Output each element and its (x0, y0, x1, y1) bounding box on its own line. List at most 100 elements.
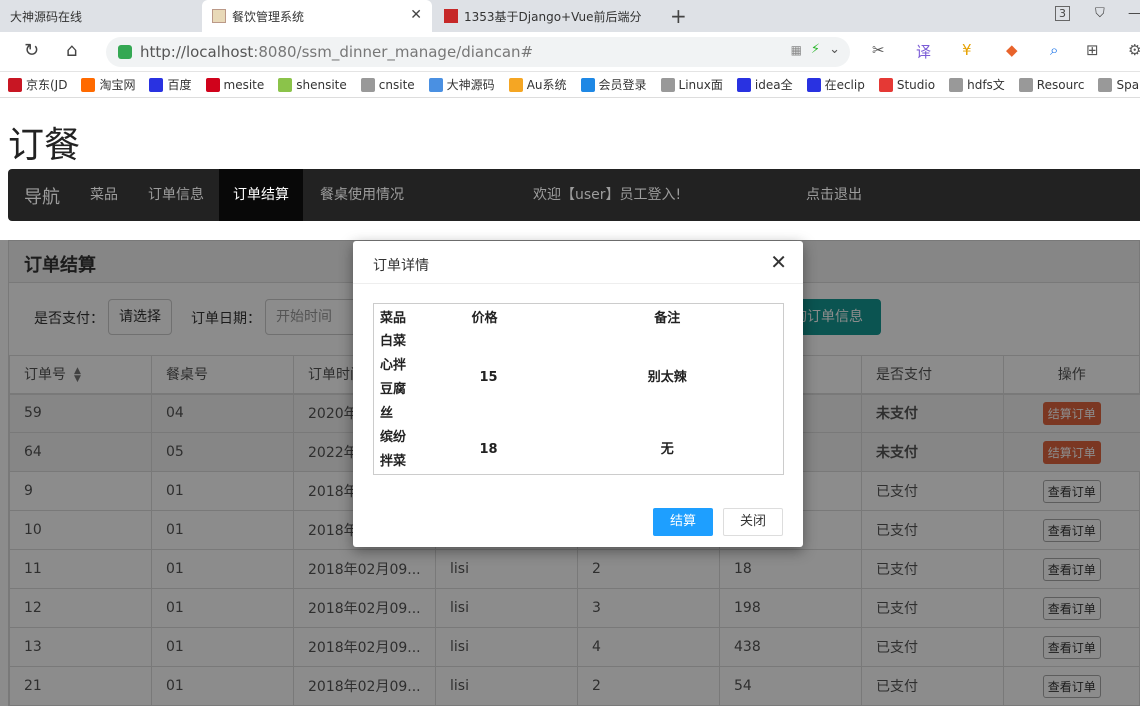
detail-header-note: 备注 (654, 311, 681, 327)
qr-icon[interactable]: ▦ (791, 43, 802, 57)
bookmark-favicon-icon (428, 77, 443, 92)
detail-cell-dish: 缤纷 拌菜 (374, 426, 422, 475)
detail-header-price: 价格 (471, 311, 498, 327)
bookmark-item[interactable]: 会员登录 (580, 76, 647, 93)
translate-icon[interactable]: 译 (916, 41, 931, 62)
detail-cell-note: 无 (660, 441, 674, 457)
bookmark-label: Au系统 (526, 78, 567, 92)
coin-icon[interactable]: ¥ (962, 41, 972, 59)
order-detail-modal: 订单详情 ✕ 菜品 价格 备注 白菜 心拌 豆腐丝 15 别太辣 缤纷 拌菜 18 无 结算 关… (353, 241, 803, 547)
bookmark-item[interactable]: idea全 (736, 76, 793, 93)
bookmark-item[interactable]: Resourc (1018, 77, 1085, 92)
bookmark-item[interactable]: 淘宝网 (81, 76, 135, 93)
bookmark-label: 京东(JD (26, 78, 68, 92)
browser-tab[interactable]: 1353基于Django+Vue前后端分 (434, 0, 664, 32)
bookmark-favicon-icon (81, 77, 96, 92)
logout-link[interactable]: 点击退出 (806, 169, 862, 221)
bookmark-favicon-icon (660, 77, 675, 92)
shirt-icon[interactable]: ⛉ (1095, 6, 1105, 21)
bookmark-item[interactable]: Spa (1098, 77, 1140, 92)
bookmark-favicon-icon (736, 77, 751, 92)
dish-name-line: 丝 (380, 405, 394, 421)
nav-item-dishes[interactable]: 菜品 (76, 169, 132, 221)
bookmark-favicon-icon (878, 77, 893, 92)
tab-title: 1353基于Django+Vue前后端分 (464, 9, 642, 24)
bookmark-label: 会员登录 (598, 78, 647, 92)
bookmark-label: hdfs文 (967, 78, 1005, 92)
home-icon[interactable]: ⌂ (66, 40, 77, 61)
page-favicon-icon (212, 9, 226, 23)
bookmark-favicon-icon (360, 77, 375, 92)
browser-tab[interactable]: 大神源码在线 (0, 0, 200, 32)
bookmarks-bar: 京东(JD 淘宝网 百度 mesite shensite cnsite 大神源码 Au系统 会员… (0, 72, 1140, 98)
game-icon[interactable]: ◆ (1006, 41, 1018, 59)
bookmark-label: Spa (1116, 77, 1140, 92)
new-tab-icon[interactable]: + (670, 4, 687, 28)
dish-name-line: 拌菜 (380, 453, 407, 469)
detail-row: 缤纷拌菜 18 无 (374, 426, 784, 475)
tab-count-icon[interactable]: 3 (1055, 6, 1070, 21)
browser-tab-active[interactable]: 餐饮管理系统 ✕ (202, 0, 432, 32)
bookmark-item[interactable]: mesite (205, 77, 265, 92)
settings-icon[interactable]: ⚙ (1128, 41, 1140, 59)
bookmark-favicon-icon (806, 77, 821, 92)
bookmark-item[interactable]: 大神源码 (428, 76, 495, 93)
bookmark-label: shensite (296, 77, 347, 92)
browser-tab-bar: 大神源码在线 餐饮管理系统 ✕ 1353基于Django+Vue前后端分 + 3… (0, 0, 1140, 32)
bookmark-label: 大神源码 (446, 78, 495, 92)
bookmark-favicon-icon (149, 77, 164, 92)
bookmark-label: Linux面 (678, 78, 723, 92)
detail-header-dish: 菜品 (380, 311, 407, 327)
detail-cell-price: 15 (479, 369, 498, 385)
reload-icon[interactable]: ↻ (24, 40, 39, 61)
dish-name-line: 缤纷 (380, 429, 407, 445)
nav-item-orders[interactable]: 订单信息 (134, 169, 218, 221)
bookmark-item[interactable]: 百度 (149, 76, 192, 93)
bookmark-label: 百度 (167, 78, 192, 92)
dish-name-line: 白菜 (380, 333, 407, 349)
detail-cell-dish: 白菜 心拌 豆腐丝 (374, 330, 422, 426)
bookmark-label: Studio (896, 77, 936, 92)
bookmark-item[interactable]: 在eclip (806, 76, 865, 93)
modal-title: 订单详情 (373, 258, 429, 274)
bookmark-item[interactable]: shensite (278, 77, 347, 92)
bookmark-item[interactable]: Studio (878, 77, 936, 92)
url-path: :8080/ssm_dinner_manage/diancan# (253, 43, 534, 61)
bookmark-label: mesite (223, 77, 265, 92)
scissors-icon[interactable]: ✂ (872, 41, 885, 59)
bookmark-label: Resourc (1036, 77, 1085, 92)
browser-toolbar: ↻ ⌂ http://localhost:8080/ssm_dinner_man… (0, 32, 1140, 72)
bookmark-item[interactable]: 京东(JD (8, 76, 67, 93)
minimize-icon[interactable]: — (1128, 6, 1140, 21)
bookmark-item[interactable]: Au系统 (508, 76, 567, 93)
close-tab-icon[interactable]: ✕ (410, 7, 422, 23)
bookmark-favicon-icon (205, 77, 220, 92)
welcome-text: 欢迎【user】员工登入! (533, 187, 682, 203)
detail-cell-price: 18 (479, 441, 498, 457)
bookmark-favicon-icon (508, 77, 523, 92)
lightning-icon[interactable]: ⚡ (811, 42, 820, 57)
bookmark-label: 在eclip (824, 78, 865, 92)
close-button[interactable]: 关闭 (723, 508, 783, 536)
nav-item-tables[interactable]: 餐桌使用情况 (306, 169, 418, 221)
chevron-down-icon[interactable]: ⌄ (829, 42, 840, 57)
nav-item-settlement[interactable]: 订单结算 (219, 169, 303, 221)
apps-grid-icon[interactable]: ⊞ (1086, 41, 1099, 59)
bookmark-favicon-icon (8, 77, 22, 92)
bookmark-label: 淘宝网 (99, 78, 136, 92)
detail-row: 白菜 心拌 豆腐丝 15 别太辣 (374, 330, 784, 426)
search-icon[interactable]: ⌕ (1050, 41, 1058, 59)
page-title: 订餐 (8, 125, 81, 166)
tab-title: 餐饮管理系统 (232, 9, 305, 24)
close-icon[interactable]: ✕ (770, 251, 787, 273)
bookmark-item[interactable]: cnsite (360, 77, 415, 92)
bookmark-item[interactable]: Linux面 (660, 76, 723, 93)
url-host: http://localhost (140, 43, 254, 61)
settle-button[interactable]: 结算 (653, 508, 713, 536)
top-navbar: 导航 菜品 订单信息 订单结算 餐桌使用情况 欢迎【user】员工登入! 点击退… (8, 169, 1140, 221)
address-bar[interactable]: http://localhost:8080/ssm_dinner_manage/… (106, 37, 850, 67)
nav-brand[interactable]: 导航 (24, 183, 60, 209)
bookmark-favicon-icon (1018, 77, 1033, 92)
divider (353, 283, 803, 284)
bookmark-item[interactable]: hdfs文 (949, 76, 1005, 93)
